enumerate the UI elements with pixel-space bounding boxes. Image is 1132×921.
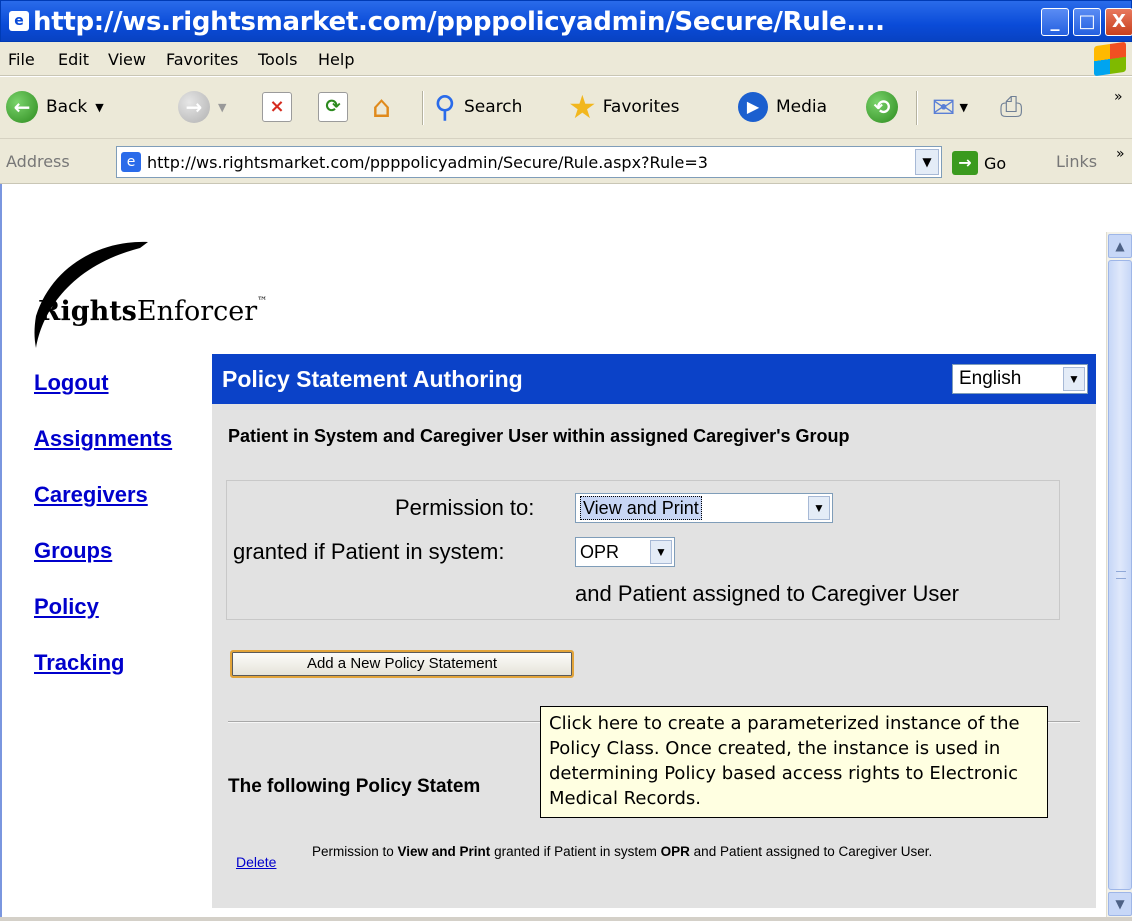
stop-button[interactable]: ×	[262, 89, 292, 125]
nav-tracking[interactable]: Tracking	[34, 650, 124, 676]
media-button[interactable]: ▶ Media	[738, 89, 827, 125]
permission-select[interactable]: View and Print ▼	[575, 493, 833, 523]
maximize-button[interactable]: □	[1073, 8, 1101, 36]
print-icon: ⎙	[1000, 90, 1023, 123]
chevron-down-icon[interactable]: ▼	[1063, 367, 1085, 391]
rule-subtitle: Patient in System and Caregiver User wit…	[228, 426, 850, 446]
delete-link[interactable]: Delete	[236, 854, 276, 870]
menu-view[interactable]: View	[108, 50, 146, 69]
back-arrow-icon: ←	[6, 91, 38, 123]
policy-panel: Policy Statement Authoring English ▼ Pat…	[212, 354, 1096, 908]
menu-help[interactable]: Help	[318, 50, 354, 69]
links-chevron-icon[interactable]: »	[1116, 146, 1125, 162]
history-button[interactable]: ⟲	[866, 89, 898, 125]
address-label: Address	[6, 152, 70, 171]
rightsenforcer-logo: RightsEnforcer™	[38, 296, 268, 327]
chevron-down-icon[interactable]: ▼	[95, 101, 103, 114]
language-select[interactable]: English ▼	[952, 364, 1088, 394]
toolbar-separator	[422, 91, 424, 125]
history-icon: ⟲	[866, 91, 898, 123]
menu-edit[interactable]: Edit	[58, 50, 89, 69]
refresh-icon: ⟳	[318, 92, 348, 122]
favorites-button[interactable]: ★ Favorites	[568, 88, 679, 126]
links-button[interactable]: Links	[1056, 152, 1097, 171]
toolbar-overflow-chevron-icon[interactable]: »	[1114, 79, 1123, 115]
vertical-scrollbar[interactable]: ▲ ▼	[1106, 232, 1132, 917]
scroll-down-icon[interactable]: ▼	[1108, 892, 1132, 916]
add-policy-statement-button[interactable]: Add a New Policy Statement	[230, 650, 574, 678]
windows-logo-icon	[1094, 41, 1126, 77]
menu-tools[interactable]: Tools	[258, 50, 297, 69]
system-select[interactable]: OPR ▼	[575, 537, 675, 567]
panel-title: Policy Statement Authoring	[222, 366, 523, 392]
forward-arrow-icon: →	[178, 91, 210, 123]
chevron-down-icon[interactable]: ▼	[650, 540, 672, 564]
print-button[interactable]: ⎙	[1000, 89, 1022, 125]
back-button[interactable]: ← Back ▼	[6, 89, 104, 125]
nav-assignments[interactable]: Assignments	[34, 426, 172, 452]
ie-page-icon: e	[9, 11, 29, 31]
mail-icon: ✉	[932, 90, 956, 124]
chevron-down-icon[interactable]: ▼	[808, 496, 830, 520]
close-button[interactable]: X	[1105, 8, 1132, 36]
mail-button[interactable]: ✉ ▼	[932, 89, 968, 125]
refresh-button[interactable]: ⟳	[318, 89, 348, 125]
toolbar-separator	[916, 91, 918, 125]
address-dropdown-icon[interactable]: ▼	[915, 149, 939, 175]
ie-page-icon: e	[121, 152, 141, 172]
nav-groups[interactable]: Groups	[34, 538, 112, 564]
granted-label: granted if Patient in system:	[233, 539, 505, 564]
policy-statement-text: Permission to View and Print granted if …	[312, 844, 933, 859]
permission-label: Permission to:	[395, 495, 535, 520]
home-button[interactable]: ⌂	[372, 89, 391, 125]
nav-policy[interactable]: Policy	[34, 594, 99, 620]
following-statements-heading: The following Policy Statem	[228, 776, 481, 797]
title-bar: e http://ws.rightsmarket.com/ppppolicyad…	[0, 0, 1132, 42]
stop-icon: ×	[262, 92, 292, 122]
nav-caregivers[interactable]: Caregivers	[34, 482, 148, 508]
toolbar: ← Back ▼ → ▼ × ⟳ ⌂ ⚲ Search ★ Favorites …	[0, 77, 1132, 184]
go-arrow-icon: →	[952, 151, 978, 175]
scroll-thumb[interactable]	[1108, 260, 1132, 890]
scroll-up-icon[interactable]: ▲	[1108, 234, 1132, 258]
panel-header: Policy Statement Authoring English ▼	[212, 354, 1096, 404]
menu-favorites[interactable]: Favorites	[166, 50, 238, 69]
window-frame-left	[0, 184, 2, 921]
go-button[interactable]: → Go	[952, 151, 1006, 175]
chevron-down-icon[interactable]: ▼	[218, 101, 226, 114]
tooltip: Click here to create a parameterized ins…	[540, 706, 1048, 818]
nav-logout[interactable]: Logout	[34, 370, 109, 396]
address-bar: Address e http://ws.rightsmarket.com/ppp…	[0, 140, 1132, 184]
rule-box: Permission to: View and Print ▼ granted …	[226, 480, 1060, 620]
window-frame-bottom	[0, 917, 1132, 921]
minimize-button[interactable]: _	[1041, 8, 1069, 36]
menu-bar: File Edit View Favorites Tools Help	[0, 41, 1132, 77]
assigned-text: and Patient assigned to Caregiver User	[575, 581, 959, 606]
search-icon: ⚲	[434, 89, 456, 125]
media-icon: ▶	[738, 92, 768, 122]
menu-file[interactable]: File	[8, 50, 35, 69]
window-title: http://ws.rightsmarket.com/ppppolicyadmi…	[33, 7, 885, 37]
star-icon: ★	[568, 88, 597, 126]
home-icon: ⌂	[372, 89, 392, 125]
forward-button[interactable]: → ▼	[178, 89, 226, 125]
address-url: http://ws.rightsmarket.com/ppppolicyadmi…	[147, 153, 708, 172]
chevron-down-icon[interactable]: ▼	[959, 101, 967, 114]
scroll-grip-icon	[1116, 571, 1126, 579]
search-button[interactable]: ⚲ Search	[434, 89, 522, 125]
address-input[interactable]: e http://ws.rightsmarket.com/ppppolicyad…	[116, 146, 942, 178]
